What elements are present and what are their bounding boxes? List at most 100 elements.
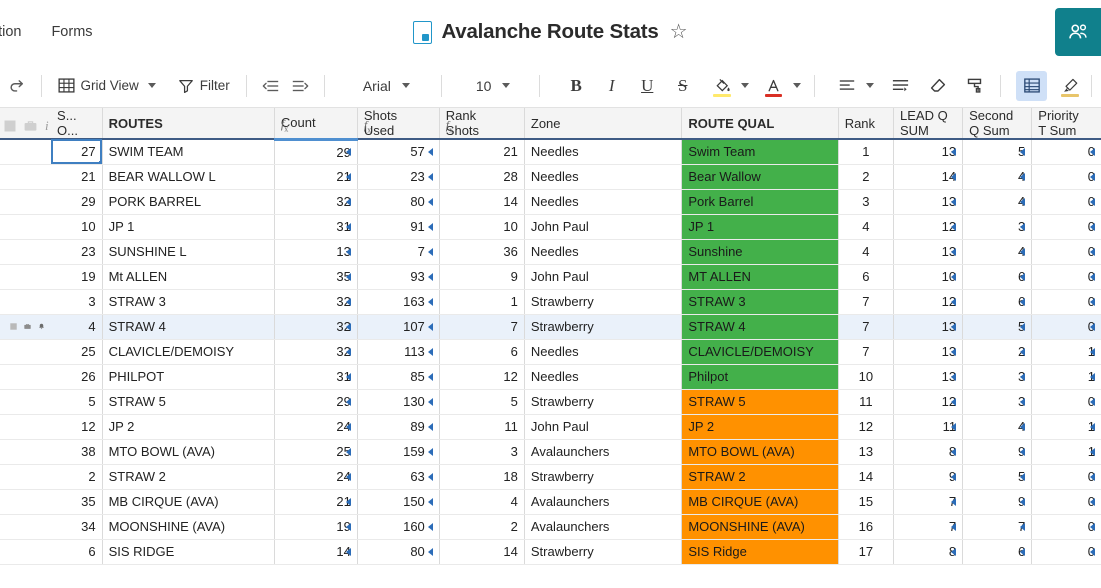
cell-lead-q-sum[interactable]: 12: [893, 289, 964, 315]
cell-shots-used[interactable]: 107: [357, 314, 440, 340]
cell-routes[interactable]: MB CIRQUE (AVA): [102, 489, 275, 515]
cell-shots-used[interactable]: 23: [357, 164, 440, 190]
cell-rank[interactable]: 7: [838, 339, 895, 365]
cell-s-o[interactable]: 35: [51, 489, 103, 515]
cell-zone[interactable]: Needles: [524, 339, 683, 365]
table-row[interactable]: 5 STRAW 5 29 130 5 Strawberry STRAW 5 11 12 3 0: [0, 389, 1101, 415]
menu-tab-forms[interactable]: Forms: [49, 20, 94, 44]
cell-route-qual[interactable]: Swim Team: [681, 139, 839, 165]
cell-shots-used[interactable]: 80: [357, 539, 440, 565]
cell-shots-used[interactable]: 57: [357, 139, 440, 165]
cell-routes[interactable]: PHILPOT: [102, 364, 275, 390]
cell-priority-t-sum[interactable]: 1: [1031, 439, 1101, 465]
cell-second-q-sum[interactable]: 4: [962, 189, 1033, 215]
cell-route-qual[interactable]: MOONSHINE (AVA): [681, 514, 839, 540]
cell-rank[interactable]: 3: [838, 189, 895, 215]
cell-second-q-sum[interactable]: 3: [962, 364, 1033, 390]
cell-route-qual[interactable]: JP 1: [681, 214, 839, 240]
table-row[interactable]: 38 MTO BOWL (AVA) 25 159 3 Avalaunchers MTO BO…: [0, 439, 1101, 465]
table-row[interactable]: 34 MOONSHINE (AVA) 19 160 2 Avalaunchers MOONS…: [0, 514, 1101, 540]
cell-route-qual[interactable]: Pork Barrel: [681, 189, 839, 215]
cell-lead-q-sum[interactable]: 7: [893, 489, 964, 515]
cell-lead-q-sum[interactable]: 13: [893, 239, 964, 265]
cell-rank-shots[interactable]: 1: [439, 289, 525, 315]
menu-tab-automation[interactable]: ation: [0, 20, 23, 44]
cell-lead-q-sum[interactable]: 8: [893, 439, 964, 465]
cell-second-q-sum[interactable]: 7: [962, 514, 1033, 540]
cell-route-qual[interactable]: SIS Ridge: [681, 539, 839, 565]
cell-routes[interactable]: SWIM TEAM: [102, 139, 275, 165]
cell-priority-t-sum[interactable]: 0: [1031, 139, 1101, 165]
cell-s-o[interactable]: 26: [51, 364, 103, 390]
cell-route-qual[interactable]: STRAW 2: [681, 464, 839, 490]
cell-zone[interactable]: Needles: [524, 164, 683, 190]
header-cell-lead-q-sum[interactable]: LEAD Q SUM: [893, 108, 964, 140]
table-row[interactable]: 2 STRAW 2 24 63 18 Strawberry STRAW 2 14 9 5 0: [0, 464, 1101, 490]
cell-count[interactable]: 31: [274, 364, 358, 390]
cell-rank[interactable]: 7: [838, 289, 895, 315]
cell-rank[interactable]: 12: [838, 414, 895, 440]
cell-second-q-sum[interactable]: 3: [962, 214, 1033, 240]
header-cell-count[interactable]: Count fx: [274, 108, 358, 141]
header-cell-rank-shots[interactable]: Rank Shots fx: [439, 108, 525, 140]
cell-route-qual[interactable]: Bear Wallow: [681, 164, 839, 190]
cell-lead-q-sum[interactable]: 9: [893, 464, 964, 490]
cell-rank[interactable]: 17: [838, 539, 895, 565]
text-color-dropdown[interactable]: [788, 72, 802, 100]
cell-shots-used[interactable]: 85: [357, 364, 440, 390]
cell-s-o[interactable]: 29: [51, 189, 103, 215]
cell-priority-t-sum[interactable]: 0: [1031, 289, 1101, 315]
fill-color-dropdown[interactable]: [737, 72, 751, 100]
cell-rank-shots[interactable]: 6: [439, 339, 525, 365]
cell-routes[interactable]: SIS RIDGE: [102, 539, 275, 565]
cell-zone[interactable]: John Paul: [524, 264, 683, 290]
cell-route-qual[interactable]: JP 2: [681, 414, 839, 440]
highlight-button[interactable]: [1055, 72, 1085, 100]
cell-zone[interactable]: John Paul: [524, 214, 683, 240]
cell-lead-q-sum[interactable]: 13: [893, 364, 964, 390]
cell-rank-shots[interactable]: 28: [439, 164, 525, 190]
cell-routes[interactable]: JP 1: [102, 214, 275, 240]
header-cell-second-q-sum[interactable]: Second Q Sum: [962, 108, 1033, 140]
cell-rank[interactable]: 13: [838, 439, 895, 465]
italic-button[interactable]: I: [597, 72, 627, 100]
cell-s-o[interactable]: 25: [51, 339, 103, 365]
table-row[interactable]: 10 JP 1 31 91 10 John Paul JP 1 4 12 3 0: [0, 214, 1101, 240]
align-dropdown[interactable]: [862, 72, 876, 100]
cell-zone[interactable]: Avalaunchers: [524, 514, 683, 540]
cell-priority-t-sum[interactable]: 1: [1031, 339, 1101, 365]
table-row[interactable]: 6 SIS RIDGE 14 80 14 Strawberry SIS Ridge 17 8 6 0: [0, 539, 1101, 565]
cell-count[interactable]: 29: [274, 389, 358, 415]
cell-second-q-sum[interactable]: 6: [962, 539, 1033, 565]
table-row[interactable]: 4 STRAW 4 32 107 7 Strawberry STRAW 4 7 13 5 0: [0, 314, 1101, 340]
cell-rank[interactable]: 15: [838, 489, 895, 515]
cell-zone[interactable]: Strawberry: [524, 289, 683, 315]
bell-icon[interactable]: [38, 320, 45, 333]
redo-button[interactable]: [2, 72, 32, 100]
cell-rank-shots[interactable]: 3: [439, 439, 525, 465]
table-row[interactable]: 12 JP 2 24 89 11 John Paul JP 2 12 11 4 1: [0, 414, 1101, 440]
bold-button[interactable]: B: [561, 72, 591, 100]
cell-rank-shots[interactable]: 18: [439, 464, 525, 490]
cell-route-qual[interactable]: STRAW 5: [681, 389, 839, 415]
cell-lead-q-sum[interactable]: 13: [893, 314, 964, 340]
cell-rank[interactable]: 4: [838, 239, 895, 265]
attachment-icon[interactable]: [10, 320, 17, 333]
briefcase-icon[interactable]: [24, 120, 37, 132]
cell-lead-q-sum[interactable]: 10: [893, 264, 964, 290]
table-row[interactable]: 3 STRAW 3 32 163 1 Strawberry STRAW 3 7 12 6 0: [0, 289, 1101, 315]
cell-rank-shots[interactable]: 5: [439, 389, 525, 415]
cell-zone[interactable]: Strawberry: [524, 464, 683, 490]
cell-priority-t-sum[interactable]: 0: [1031, 539, 1101, 565]
cell-zone[interactable]: Needles: [524, 364, 683, 390]
align-button[interactable]: [832, 72, 862, 100]
cell-second-q-sum[interactable]: 9: [962, 489, 1033, 515]
cell-route-qual[interactable]: MT ALLEN: [681, 264, 839, 290]
cell-routes[interactable]: PORK BARREL: [102, 189, 275, 215]
cell-routes[interactable]: STRAW 3: [102, 289, 275, 315]
cell-count[interactable]: 32: [274, 314, 358, 340]
header-cell-priority-t-sum[interactable]: Priority T Sum: [1031, 108, 1101, 140]
cell-lead-q-sum[interactable]: 13: [893, 339, 964, 365]
cell-priority-t-sum[interactable]: 0: [1031, 164, 1101, 190]
table-row[interactable]: 19 Mt ALLEN 35 93 9 John Paul MT ALLEN 6 10 6 0: [0, 264, 1101, 290]
